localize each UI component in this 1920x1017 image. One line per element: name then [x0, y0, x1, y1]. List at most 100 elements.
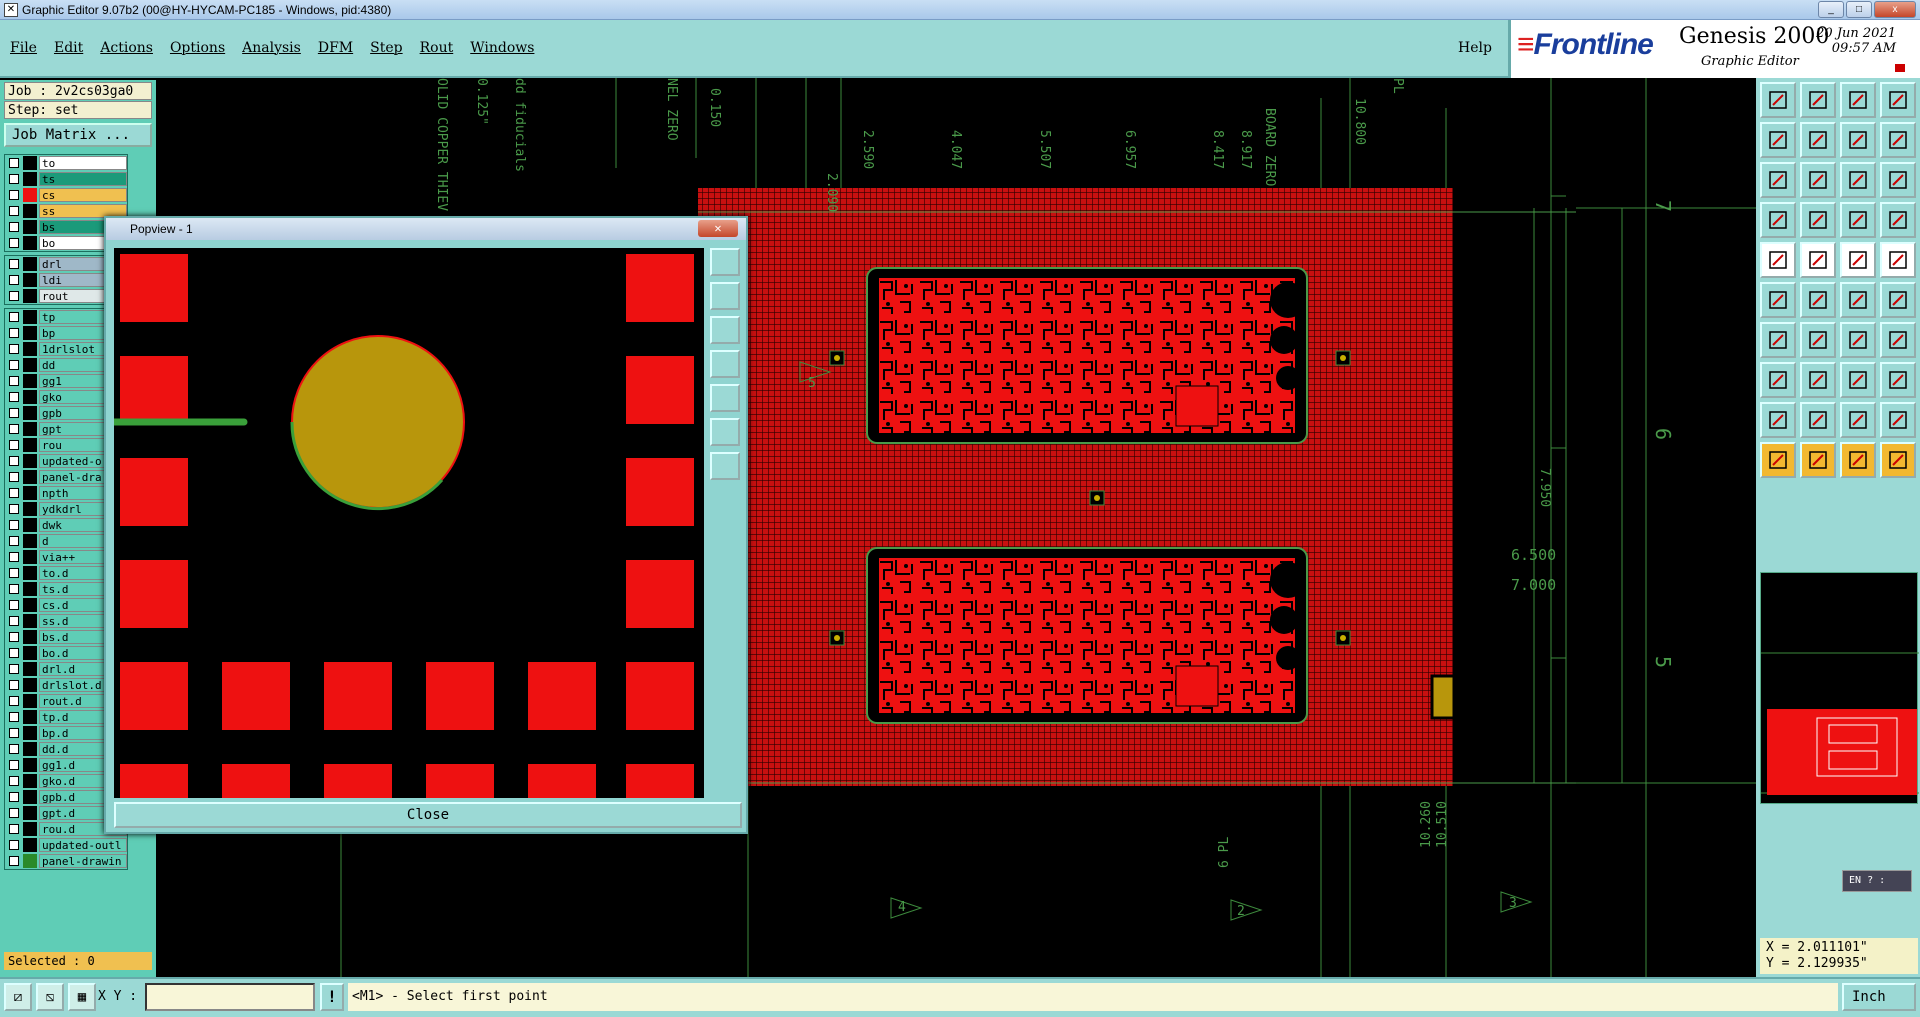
layer-checkbox[interactable] [9, 344, 19, 354]
layer-swatch[interactable] [23, 486, 37, 500]
layer-red-icon[interactable] [1840, 202, 1876, 238]
layer-checkbox[interactable] [9, 712, 19, 722]
layer-checkbox[interactable] [9, 472, 19, 482]
layer-checkbox[interactable] [9, 291, 19, 301]
node-icon[interactable] [1840, 282, 1876, 318]
ime-indicator[interactable]: EN ? : [1842, 870, 1912, 892]
layer-checkbox[interactable] [9, 312, 19, 322]
edit-icon[interactable] [1800, 242, 1836, 278]
layer-swatch[interactable] [23, 630, 37, 644]
minus-icon[interactable] [1800, 362, 1836, 398]
layer-swatch[interactable] [23, 694, 37, 708]
layer-swatch[interactable] [23, 438, 37, 452]
layer-checkbox[interactable] [9, 275, 19, 285]
layer-checkbox[interactable] [9, 408, 19, 418]
layer-checkbox[interactable] [9, 824, 19, 834]
layer-checkbox[interactable] [9, 552, 19, 562]
menu-help[interactable]: Help [1458, 40, 1492, 56]
menu-options[interactable]: Options [170, 40, 225, 56]
layer-swatch[interactable] [23, 758, 37, 772]
layer-checkbox[interactable] [9, 568, 19, 578]
circle-icon[interactable] [1880, 242, 1916, 278]
layer-swatch[interactable] [23, 646, 37, 660]
layer-checkbox[interactable] [9, 238, 19, 248]
menu-dfm[interactable]: DFM [318, 40, 353, 56]
layer-swatch[interactable] [23, 550, 37, 564]
line-icon[interactable] [1840, 242, 1876, 278]
layer-swatch[interactable] [23, 204, 37, 218]
zoom-box-icon[interactable] [1840, 122, 1876, 158]
zoom-left-icon[interactable] [1760, 122, 1796, 158]
layer-swatch[interactable] [23, 582, 37, 596]
layer-checkbox[interactable] [9, 328, 19, 338]
layer-checkbox[interactable] [9, 600, 19, 610]
xy-input[interactable] [145, 983, 315, 1011]
layer-checkbox[interactable] [9, 632, 19, 642]
pad-icon[interactable] [1760, 242, 1796, 278]
home-icon[interactable] [1840, 82, 1876, 118]
unit-selector[interactable]: Inch [1842, 983, 1916, 1011]
layer-swatch[interactable] [23, 854, 37, 868]
rotate-icon[interactable] [1840, 322, 1876, 358]
layer-checkbox[interactable] [9, 360, 19, 370]
layer-swatch[interactable] [23, 678, 37, 692]
layer-swatch[interactable] [23, 790, 37, 804]
menu-step[interactable]: Step [370, 40, 402, 56]
snap-icon[interactable]: ⧅ [36, 983, 64, 1011]
layer-swatch[interactable] [23, 374, 37, 388]
layer-swatch[interactable] [23, 710, 37, 724]
popview-close-button[interactable]: Close [114, 802, 742, 828]
layer-checkbox[interactable] [9, 440, 19, 450]
menu-analysis[interactable]: Analysis [242, 40, 301, 56]
alert-button[interactable]: ! [320, 983, 344, 1011]
scale-icon[interactable] [1840, 162, 1876, 198]
menu-edit[interactable]: Edit [54, 40, 83, 56]
layer-checkbox[interactable] [9, 792, 19, 802]
layer-swatch[interactable] [23, 220, 37, 234]
layer-swatch[interactable] [23, 236, 37, 250]
layer-row[interactable]: panel-drawin [5, 853, 127, 869]
layer-name[interactable]: to [39, 156, 127, 170]
layer-swatch[interactable] [23, 822, 37, 836]
layer-checkbox[interactable] [9, 376, 19, 386]
layer-swatch[interactable] [23, 289, 37, 303]
minimap[interactable] [1760, 572, 1919, 804]
slash-icon[interactable] [1800, 322, 1836, 358]
filter-icon[interactable] [1760, 202, 1796, 238]
layer-checkbox[interactable] [9, 392, 19, 402]
layer-checkbox[interactable] [9, 856, 19, 866]
layer-checkbox[interactable] [9, 206, 19, 216]
fit-icon[interactable] [1760, 162, 1796, 198]
select-area-icon[interactable] [1760, 362, 1796, 398]
arch-icon[interactable] [1880, 402, 1916, 438]
layer-checkbox[interactable] [9, 696, 19, 706]
popview-center-button[interactable] [710, 452, 740, 480]
page-down-icon[interactable] [1800, 82, 1836, 118]
pointer-route-icon[interactable] [1880, 442, 1916, 478]
layer-checkbox[interactable] [9, 680, 19, 690]
popview-pan-left-button[interactable] [710, 350, 740, 378]
layer-swatch[interactable] [23, 342, 37, 356]
layer-checkbox[interactable] [9, 728, 19, 738]
layer-swatch[interactable] [23, 518, 37, 532]
layer-checkbox[interactable] [9, 648, 19, 658]
layer-checkbox[interactable] [9, 776, 19, 786]
layer-checkbox[interactable] [9, 259, 19, 269]
layer-checkbox[interactable] [9, 488, 19, 498]
layer-swatch[interactable] [23, 310, 37, 324]
popview-zoom-home-button[interactable] [710, 248, 740, 276]
snap-pad-icon[interactable] [1800, 202, 1836, 238]
triangle-icon[interactable] [1760, 402, 1796, 438]
layer-swatch[interactable] [23, 806, 37, 820]
layer-swatch[interactable] [23, 566, 37, 580]
popview-zoom-in-button[interactable] [710, 282, 740, 310]
menu-actions[interactable]: Actions [100, 40, 153, 56]
popview-zoom-out-button[interactable] [710, 316, 740, 344]
layer-checkbox[interactable] [9, 616, 19, 626]
menu-windows[interactable]: Windows [470, 40, 534, 56]
pointer-red-icon[interactable] [1800, 442, 1836, 478]
layer-checkbox[interactable] [9, 536, 19, 546]
layer-swatch[interactable] [23, 726, 37, 740]
job-matrix-button[interactable]: Job Matrix ... [4, 123, 152, 147]
layer-swatch[interactable] [23, 470, 37, 484]
